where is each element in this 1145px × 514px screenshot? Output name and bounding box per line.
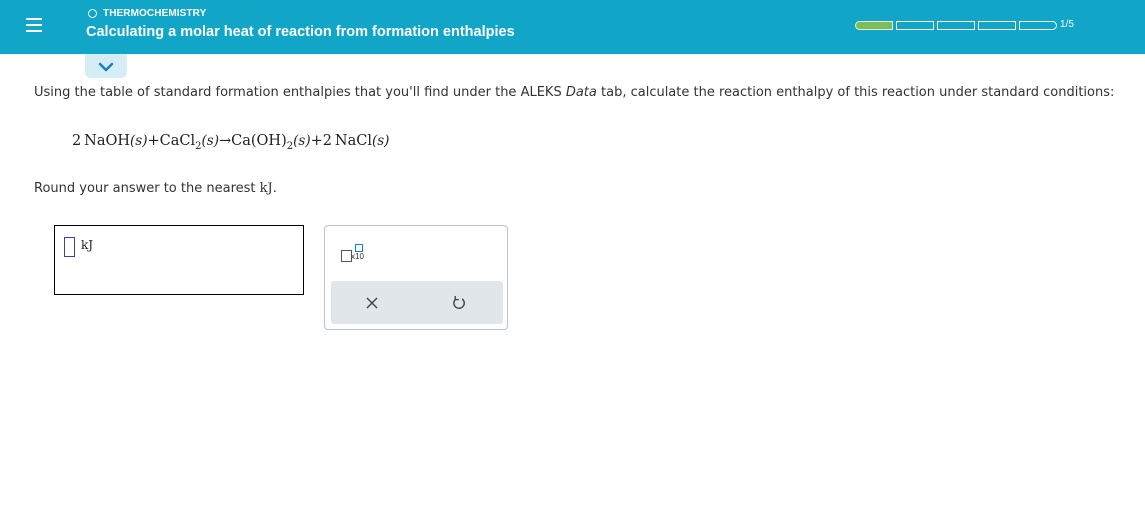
- page-title: Calculating a molar heat of reaction fro…: [86, 24, 515, 40]
- x10-label: x10: [351, 252, 364, 261]
- topic-label: THERMOCHEMISTRY: [103, 7, 207, 19]
- chevron-down-icon: [98, 62, 114, 72]
- answer-area: kJ: [54, 225, 304, 295]
- answer-unit: kJ: [81, 238, 94, 252]
- progress-segment: [978, 21, 1016, 30]
- collapse-question-button[interactable]: [85, 54, 127, 78]
- hamburger-icon: [26, 18, 42, 20]
- scientific-notation-button[interactable]: x10: [339, 240, 371, 266]
- exponent-box-icon: [355, 244, 363, 252]
- progress-segment: [937, 21, 975, 30]
- clear-button[interactable]: [360, 291, 384, 315]
- close-icon: [366, 297, 378, 309]
- undo-icon: [453, 295, 465, 309]
- progress-bar: [855, 21, 1060, 30]
- question-prompt: Using the table of standard formation en…: [34, 85, 1115, 100]
- progress-count: 1/5: [1060, 19, 1074, 30]
- math-tool-panel: x10: [324, 225, 508, 330]
- topic-row: THERMOCHEMISTRY: [88, 6, 206, 20]
- progress-segment: [855, 21, 893, 30]
- progress-segment: [1019, 21, 1057, 30]
- rounding-instruction: Round your answer to the nearest kJ.: [34, 181, 277, 196]
- topic-circle-icon: [88, 8, 97, 18]
- answer-input[interactable]: [64, 237, 75, 257]
- menu-button[interactable]: [23, 14, 45, 36]
- undo-button[interactable]: [447, 291, 471, 315]
- chemical-equation: 2 NaOH(s)+CaCl2(s)→Ca(OH)2(s)+2 NaCl(s): [72, 133, 390, 152]
- top-header: THERMOCHEMISTRY Calculating a molar heat…: [0, 0, 1145, 54]
- progress-segment: [896, 21, 934, 30]
- reaction-arrow: →: [218, 133, 232, 149]
- data-tab-reference: Data: [565, 85, 597, 100]
- tool-action-bar: [331, 281, 503, 324]
